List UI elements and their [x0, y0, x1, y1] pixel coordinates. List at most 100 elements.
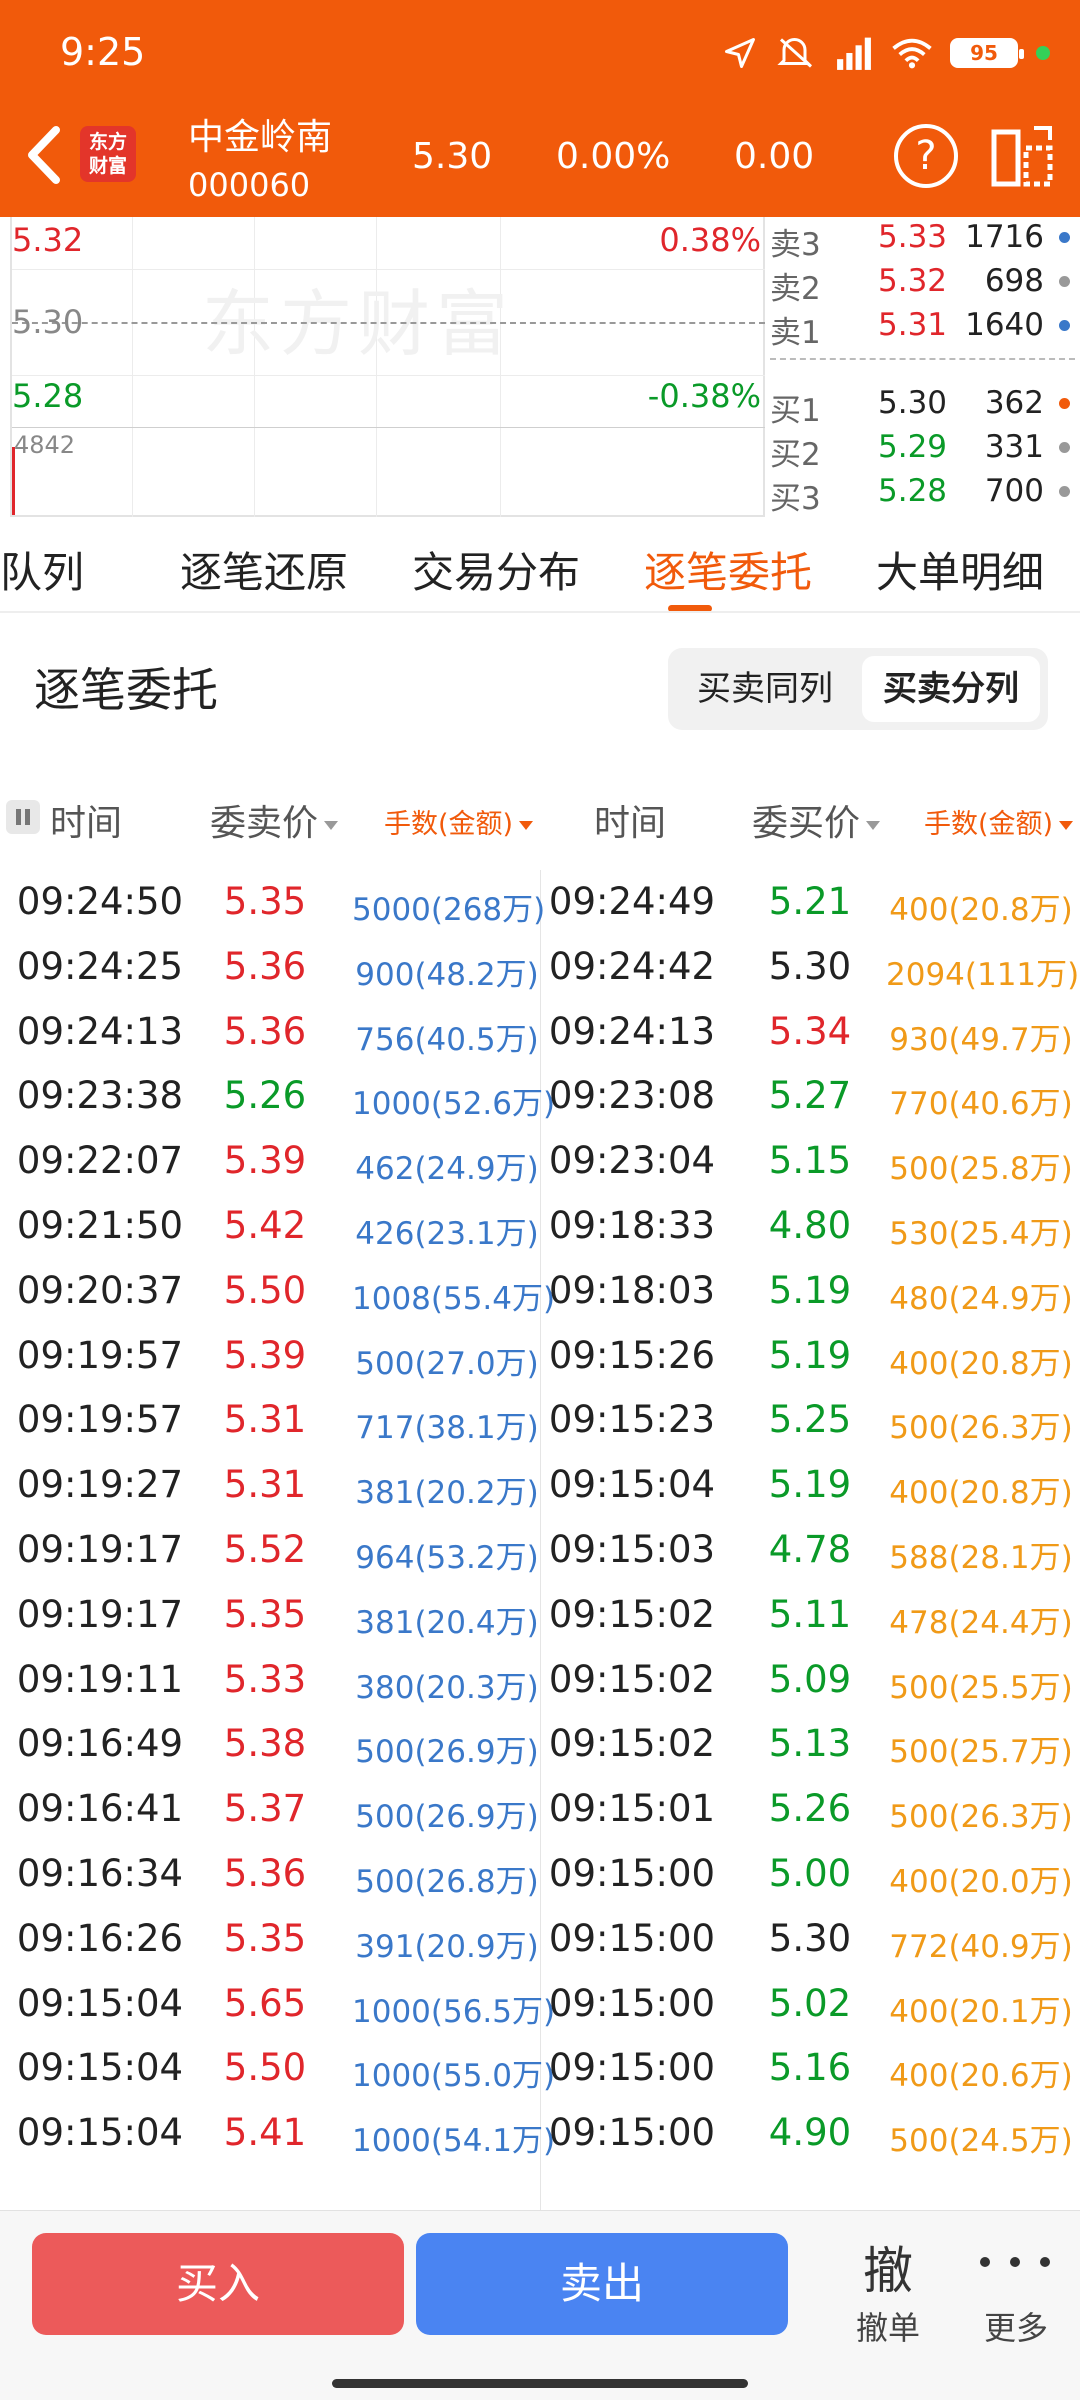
buy-time-cell: 09:15:26 [548, 1333, 716, 1377]
buy-price-cell: 5.16 [768, 2046, 852, 2090]
buy-time-cell: 09:15:02 [548, 1592, 716, 1636]
buy-time-cell: 09:15:02 [548, 1722, 716, 1766]
buy-lots-cell: 500(26.3万) [889, 1799, 1073, 1836]
dot [980, 2257, 990, 2267]
sell-lots-cell: 500(26.9万) [355, 1734, 539, 1771]
buy-lots-cell: 478(24.4万) [889, 1604, 1073, 1641]
buy-price-cell: 5.00 [768, 1852, 852, 1895]
buy-time-cell: 09:23:04 [548, 1139, 716, 1183]
buy-price-cell: 5.02 [768, 1981, 852, 2025]
back-arrow-icon[interactable] [18, 122, 68, 188]
buy-time-cell: 09:24:13 [548, 1009, 716, 1053]
table-row: 09:24:13 5.36 756(40.5万) 09:24:13 5.34 930(49… [0, 1000, 1080, 1066]
stock-name[interactable]: 中金岭南 [188, 108, 332, 160]
prev-close-line [12, 322, 765, 324]
bid-row: 买1 5.30 362 [770, 383, 1080, 429]
buy-time-cell: 09:24:49 [548, 880, 716, 923]
table-row: 09:24:25 5.36 900(48.2万) 09:24:42 5.30 2094(1… [0, 935, 1080, 1001]
table-row: 09:23:38 5.26 1000(52.6万) 09:23:08 5.27 770(4… [0, 1064, 1080, 1130]
more-icon[interactable] [980, 2247, 1050, 2277]
buy-price-cell: 5.13 [768, 1722, 852, 1766]
buy-lots-cell: 530(25.4万) [889, 1216, 1073, 1252]
bid-dot [1059, 398, 1070, 409]
bid-row: 买3 5.28 700 [770, 471, 1080, 517]
sell-time-cell: 09:16:26 [16, 1916, 184, 1960]
header-ask-price[interactable]: 委卖价 [210, 794, 339, 846]
sell-time-cell: 09:16:41 [16, 1787, 184, 1831]
bid-price: 5.30 [878, 385, 948, 421]
sell-lots-cell: 1000(56.5万) [352, 1993, 556, 2030]
tab-sell-queue[interactable]: 卖队列 [0, 539, 84, 600]
header-bid-price[interactable]: 委买价 [752, 794, 881, 846]
location-icon [725, 38, 755, 68]
bid-label: 买3 [770, 481, 821, 517]
same-column-option[interactable]: 买卖同列 [676, 656, 854, 722]
split-column-option[interactable]: 买卖分列 [862, 656, 1040, 722]
ask-label: 卖2 [770, 271, 821, 307]
help-button[interactable]: ? [894, 124, 958, 188]
sell-time-cell: 09:19:57 [16, 1333, 184, 1377]
buy-time-cell: 09:15:01 [548, 1787, 716, 1831]
table-row: 09:19:17 5.35 381(20.4万) 09:15:02 5.11 478(24… [0, 1583, 1080, 1649]
sell-button[interactable]: 卖出 [416, 2233, 788, 2335]
status-time: 9:25 [60, 30, 146, 74]
ask-label: 卖3 [770, 227, 821, 263]
buy-price-cell: 5.21 [768, 880, 852, 923]
header-time: 时间 [50, 803, 123, 844]
stock-change: 0.00 [734, 136, 815, 177]
sell-price-cell: 5.31 [223, 1398, 307, 1442]
sell-price-cell: 5.36 [223, 1009, 307, 1053]
buy-lots-cell: 500(26.3万) [889, 1410, 1073, 1447]
more-label[interactable]: 更多 [976, 2303, 1056, 2349]
buy-lots-cell: 500(24.5万) [889, 2123, 1073, 2160]
app-logo: 东方财富 [80, 126, 136, 182]
sell-time-cell: 09:19:11 [16, 1657, 184, 1701]
layout-switch-icon[interactable] [990, 124, 1056, 190]
sell-lots-cell: 381(20.2万) [355, 1475, 539, 1512]
sell-time-cell: 09:15:04 [16, 1981, 184, 2025]
bid-label: 买1 [770, 393, 821, 429]
sell-lots-cell: 1000(52.6万) [352, 1086, 556, 1123]
sell-time-cell: 09:16:34 [16, 1852, 184, 1895]
header-bid-lots[interactable]: 手数(金额) [924, 802, 1074, 841]
table-row: 09:20:37 5.50 1008(55.4万) 09:18:03 5.19 480(2… [0, 1259, 1080, 1325]
sell-price-cell: 5.42 [223, 1204, 307, 1247]
tab-tick-orders[interactable]: 逐笔委托 [644, 539, 812, 600]
tab-trade-distribution[interactable]: 交易分布 [412, 539, 580, 600]
stock-price: 5.30 [412, 136, 493, 177]
tab-tick-restore[interactable]: 逐笔还原 [180, 539, 348, 600]
table-row: 09:19:57 5.31 717(38.1万) 09:15:23 5.25 500(26… [0, 1388, 1080, 1454]
buy-time-cell: 09:15:23 [548, 1398, 716, 1442]
bid-dot [1059, 486, 1070, 497]
view-mode-toggle: 买卖同列 买卖分列 [668, 648, 1048, 730]
cancel-order-label[interactable]: 撤单 [846, 2303, 930, 2349]
sell-lots-cell: 900(48.2万) [355, 956, 539, 993]
ask-volume: 1640 [965, 307, 1044, 343]
buy-button[interactable]: 买入 [32, 2233, 404, 2335]
sell-price-cell: 5.39 [223, 1333, 307, 1377]
mute-icon [777, 38, 813, 68]
ask-volume: 1716 [965, 219, 1044, 255]
chart-top-price: 5.32 [12, 221, 84, 259]
buy-lots-cell: 770(40.6万) [889, 1086, 1073, 1123]
dot [1040, 2257, 1050, 2267]
bottom-action-bar: 买入 卖出 撤 撤单 更多 [0, 2210, 1080, 2400]
table-row: 09:19:11 5.33 380(20.3万) 09:15:02 5.09 500(25… [0, 1648, 1080, 1714]
battery-icon: 95 [950, 38, 1024, 68]
ask-row: 卖2 5.32 698 [770, 261, 1080, 307]
sell-time-cell: 09:19:57 [16, 1398, 184, 1442]
bid-volume: 331 [984, 429, 1044, 465]
buy-price-cell: 5.27 [768, 1074, 852, 1118]
intraday-chart[interactable]: 东方财富 5.32 0.38% 5.30 5.28 -0.38% 4842 [10, 217, 765, 517]
buy-time-cell: 09:15:02 [548, 1657, 716, 1701]
table-row: 09:16:26 5.35 391(20.9万) 09:15:00 5.30 772(40… [0, 1907, 1080, 1973]
buy-time-cell: 09:15:00 [548, 2111, 716, 2155]
buy-time-cell: 09:15:00 [548, 1916, 716, 1960]
header-ask-lots[interactable]: 手数(金额) [384, 802, 534, 841]
sell-price-cell: 5.35 [223, 1592, 307, 1636]
tab-large-orders[interactable]: 大单明细 [876, 539, 1044, 600]
cancel-order-icon[interactable]: 撤 [858, 2231, 918, 2303]
grid-line [12, 375, 765, 376]
bid-price: 5.28 [878, 473, 948, 509]
ask-dot [1059, 320, 1070, 331]
